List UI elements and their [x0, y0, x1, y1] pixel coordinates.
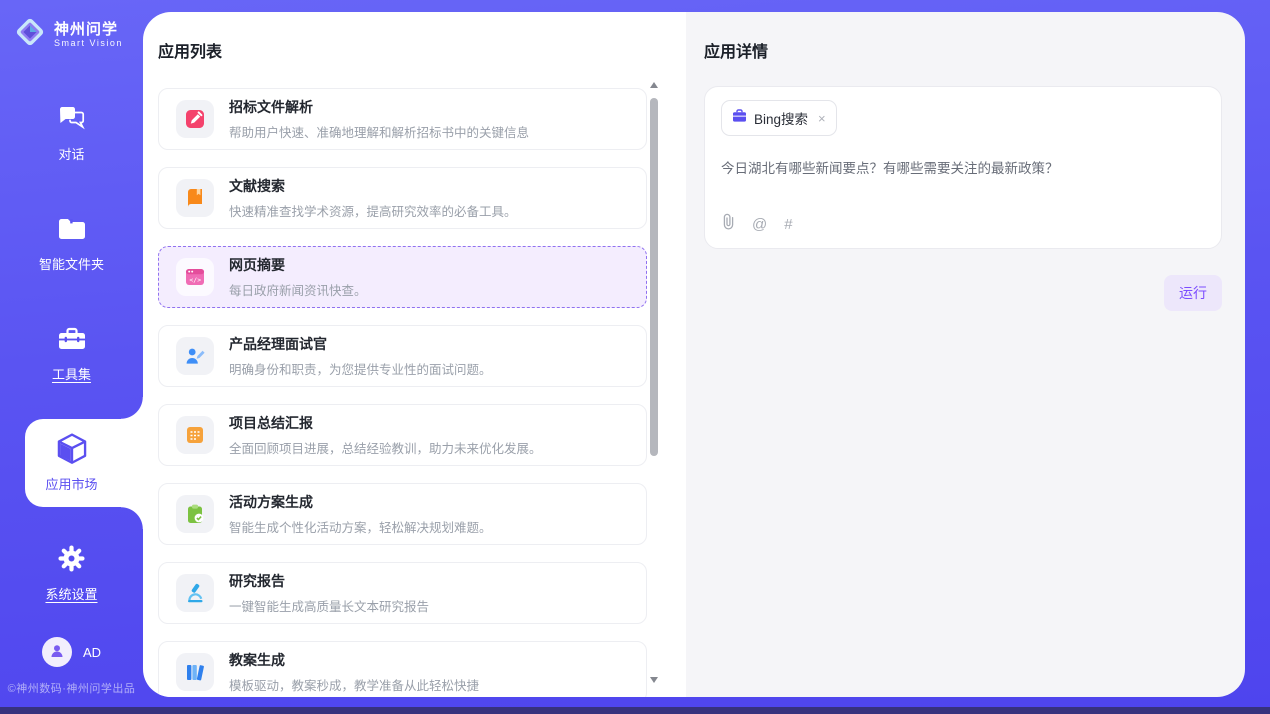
sidebar: 神州问学 Smart Vision 对话: [0, 0, 143, 707]
diamond-logo-icon: [13, 15, 47, 54]
app-name: 研究报告: [229, 571, 429, 591]
svg-text:</>: </>: [189, 276, 201, 284]
interviewer-icon: [176, 337, 214, 375]
app-name: 产品经理面试官: [229, 334, 492, 354]
sidebar-footer-text: ©神州数码·神州问学出品: [0, 680, 143, 696]
sidebar-item-smart-folder[interactable]: 智能文件夹: [0, 188, 143, 298]
app-description: 每日政府新闻资讯快查。: [229, 280, 367, 299]
scrollbar-thumb[interactable]: [650, 98, 658, 456]
tool-chip-label: Bing搜索: [754, 108, 808, 128]
microscope-icon: [176, 574, 214, 612]
tool-chip-bing-search[interactable]: Bing搜索 ×: [721, 100, 837, 136]
webpage-code-icon: </>: [176, 258, 214, 296]
app-card-project-summary[interactable]: 项目总结汇报 全面回顾项目进展，总结经验教训，助力未来优化发展。: [158, 404, 647, 466]
bottom-edge-bar: [0, 707, 1270, 714]
app-name: 教案生成: [229, 650, 479, 670]
brand-logo: 神州问学 Smart Vision: [0, 0, 143, 54]
chat-icon: [57, 104, 87, 134]
app-card-lesson-plan[interactable]: 教案生成 模板驱动，教案秒成，教学准备从此轻松快捷: [158, 641, 647, 697]
at-icon[interactable]: @: [752, 217, 767, 232]
brand-subtitle: Smart Vision: [54, 38, 123, 48]
sidebar-item-chat[interactable]: 对话: [0, 78, 143, 188]
sidebar-item-label: 系统设置: [45, 584, 97, 603]
app-card-literature-search[interactable]: 文献搜索 快速精准查找学术资源，提高研究效率的必备工具。: [158, 167, 647, 229]
run-button[interactable]: 运行: [1164, 275, 1222, 311]
scroll-down-arrow-icon[interactable]: [650, 677, 658, 683]
brand-name: 神州问学: [54, 21, 123, 38]
user-name: AD: [83, 645, 101, 660]
book-icon: [176, 179, 214, 217]
sidebar-nav: 对话 智能文件夹: [0, 78, 143, 628]
gear-icon: [57, 544, 86, 574]
sidebar-item-app-market[interactable]: 应用市场: [0, 408, 143, 518]
app-card-list: 招标文件解析 帮助用户快速、准确地理解和解析招标书中的关键信息 文献搜索 快速精…: [158, 88, 647, 697]
app-description: 模板驱动，教案秒成，教学准备从此轻松快捷: [229, 675, 479, 694]
app-description: 智能生成个性化活动方案，轻松解决规划难题。: [229, 517, 492, 536]
app-card-pm-interviewer[interactable]: 产品经理面试官 明确身份和职责，为您提供专业性的面试问题。: [158, 325, 647, 387]
sidebar-item-label: 工具集: [52, 364, 91, 383]
app-description: 快速精准查找学术资源，提高研究效率的必备工具。: [229, 201, 517, 220]
app-list-title: 应用列表: [158, 38, 686, 62]
app-detail-title: 应用详情: [704, 38, 1222, 62]
app-name: 活动方案生成: [229, 492, 492, 512]
briefcase-icon: [732, 109, 747, 128]
app-description: 全面回顾项目进展，总结经验教训，助力未来优化发展。: [229, 438, 542, 457]
scroll-up-arrow-icon[interactable]: [650, 82, 658, 88]
list-scrollbar[interactable]: [648, 82, 660, 683]
app-card-event-plan[interactable]: 活动方案生成 智能生成个性化活动方案，轻松解决规划难题。: [158, 483, 647, 545]
sidebar-item-label: 对话: [58, 144, 84, 163]
avatar: [42, 637, 72, 667]
edit-document-icon: [176, 100, 214, 138]
books-icon: [176, 653, 214, 691]
toolbox-icon: [57, 324, 87, 354]
app-detail-panel: 应用详情 Bing搜索 × 今日湖北有哪些新闻要点？有哪些需要关注的最新政策？: [686, 12, 1245, 697]
paperclip-icon[interactable]: [722, 213, 735, 235]
app-list-panel: 应用列表 招标文件解析 帮助用户快速、准确地理解和解析招标书中的关键信息: [143, 12, 686, 697]
user-avatar-icon: [49, 643, 65, 662]
app-description: 帮助用户快速、准确地理解和解析招标书中的关键信息: [229, 122, 529, 141]
app-card-research-report[interactable]: 研究报告 一键智能生成高质量长文本研究报告: [158, 562, 647, 624]
folder-icon: [57, 214, 87, 244]
attachment-toolbar: @ #: [722, 213, 793, 235]
sidebar-item-label: 应用市场: [45, 474, 97, 493]
hash-icon[interactable]: #: [784, 217, 792, 232]
chip-close-icon[interactable]: ×: [818, 111, 826, 126]
app-description: 明确身份和职责，为您提供专业性的面试问题。: [229, 359, 492, 378]
app-card-web-summary[interactable]: </> 网页摘要 每日政府新闻资讯快查。: [158, 246, 647, 308]
main-window: 应用列表 招标文件解析 帮助用户快速、准确地理解和解析招标书中的关键信息: [143, 12, 1245, 697]
app-name: 项目总结汇报: [229, 413, 542, 433]
note-icon: [176, 416, 214, 454]
app-name: 招标文件解析: [229, 97, 529, 117]
clipboard-check-icon: [176, 495, 214, 533]
user-account[interactable]: AD: [0, 637, 143, 667]
app-card-bid-parse[interactable]: 招标文件解析 帮助用户快速、准确地理解和解析招标书中的关键信息: [158, 88, 647, 150]
prompt-input-card[interactable]: Bing搜索 × 今日湖北有哪些新闻要点？有哪些需要关注的最新政策？ @ #: [704, 86, 1222, 249]
sidebar-item-toolset[interactable]: 工具集: [0, 298, 143, 408]
query-text[interactable]: 今日湖北有哪些新闻要点？有哪些需要关注的最新政策？: [721, 157, 1205, 177]
app-description: 一键智能生成高质量长文本研究报告: [229, 596, 429, 615]
app-name: 文献搜索: [229, 176, 517, 196]
cube-icon: [56, 434, 88, 464]
app-name: 网页摘要: [229, 255, 367, 275]
sidebar-item-label: 智能文件夹: [39, 254, 104, 273]
sidebar-item-settings[interactable]: 系统设置: [0, 518, 143, 628]
